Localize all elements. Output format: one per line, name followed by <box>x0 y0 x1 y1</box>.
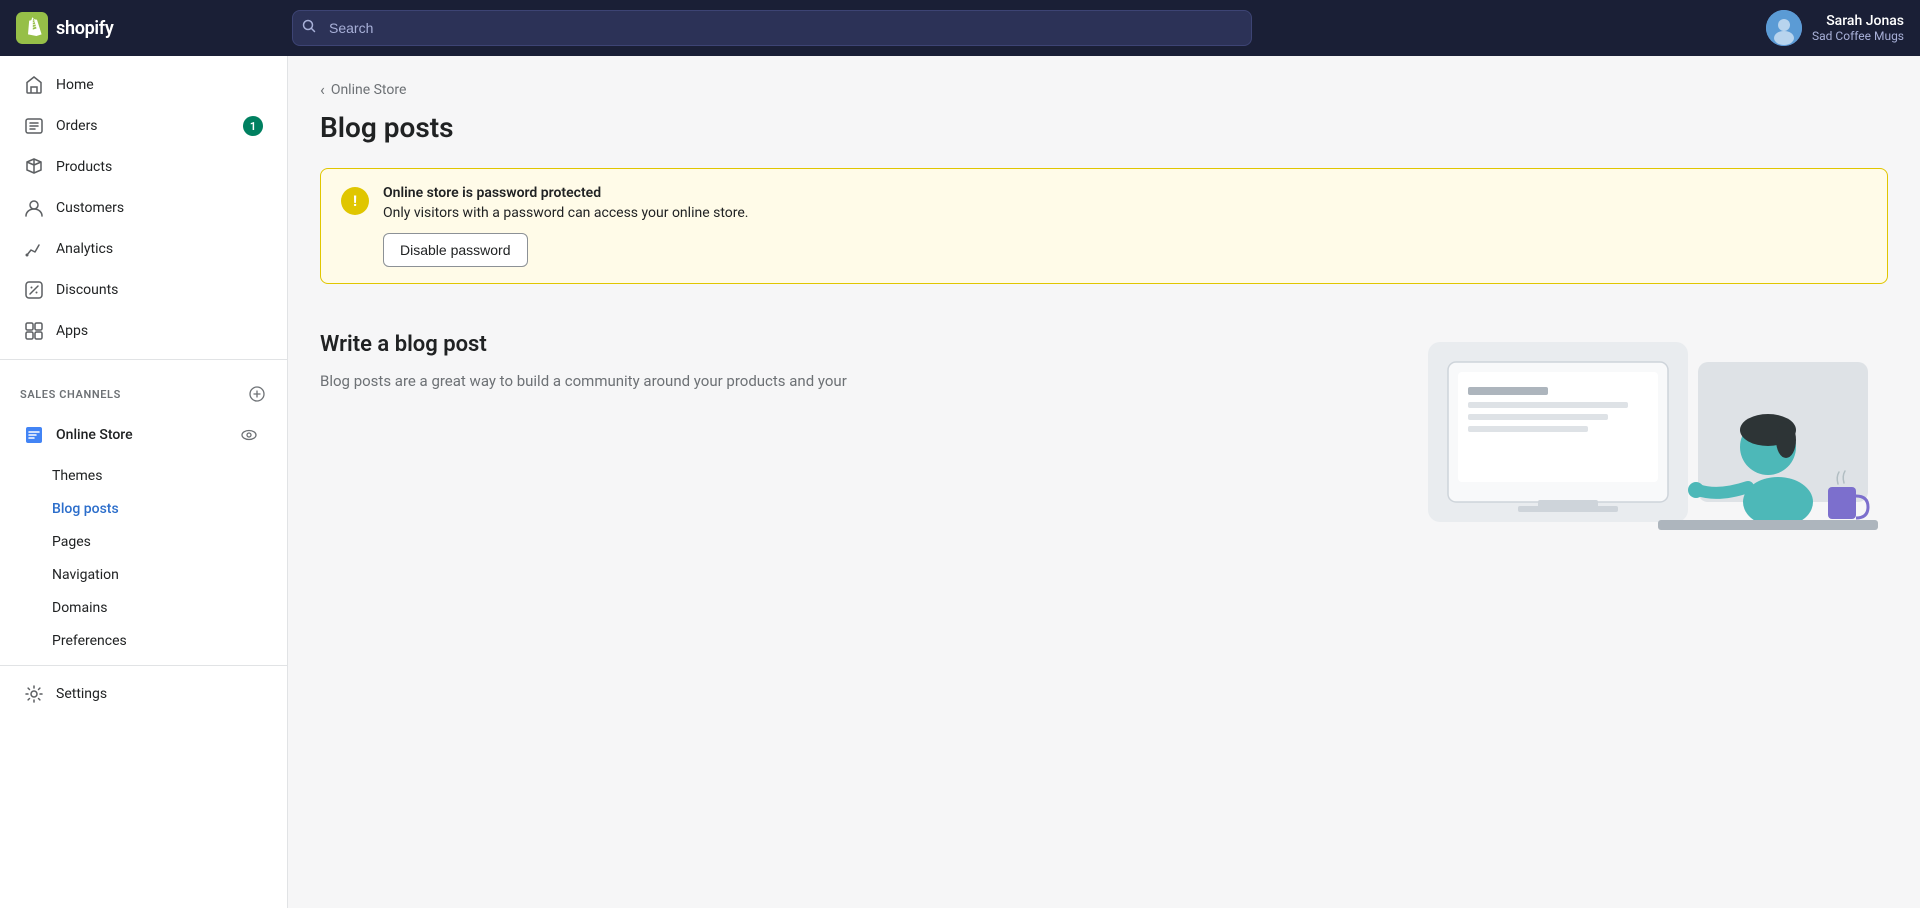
sidebar-item-analytics[interactable]: Analytics <box>8 229 279 269</box>
analytics-icon <box>24 239 44 259</box>
back-arrow-icon: ‹ <box>320 80 325 99</box>
blog-illustration <box>940 332 1888 562</box>
warning-description: Only visitors with a password can access… <box>383 205 1867 221</box>
discounts-icon <box>24 280 44 300</box>
subnav-domains[interactable]: Domains <box>8 592 279 624</box>
divider <box>0 359 287 360</box>
user-menu[interactable]: Sarah Jonas Sad Coffee Mugs <box>1766 10 1904 46</box>
sidebar-item-products[interactable]: Products <box>8 147 279 187</box>
sidebar-item-online-store[interactable]: Online Store <box>8 411 279 459</box>
page-title: Blog posts <box>320 111 1888 144</box>
sidebar-item-orders[interactable]: Orders 1 <box>8 106 279 146</box>
apps-icon <box>24 321 44 341</box>
sidebar-label-orders: Orders <box>56 118 98 134</box>
customers-icon <box>24 198 44 218</box>
orders-icon <box>24 116 44 136</box>
preview-button[interactable] <box>235 421 263 449</box>
app-body: Home Orders 1 Products <box>0 56 1920 908</box>
blog-empty-description: Blog posts are a great way to build a co… <box>320 369 900 393</box>
domains-label: Domains <box>52 600 107 616</box>
sales-channels-label: SALES CHANNELS <box>0 368 287 410</box>
settings-icon <box>24 684 44 704</box>
subnav-pages[interactable]: Pages <box>8 526 279 558</box>
blog-empty-state: Write a blog post Blog posts are a great… <box>320 308 1888 586</box>
add-sales-channel-button[interactable] <box>247 384 267 404</box>
main-content: ‹ Online Store Blog posts ! Online store… <box>288 56 1920 908</box>
subnav-themes[interactable]: Themes <box>8 460 279 492</box>
warning-content: Online store is password protected Only … <box>383 185 1867 267</box>
top-navigation: shopify Sarah Jonas Sad Coffee Mugs <box>0 0 1920 56</box>
sidebar-label-settings: Settings <box>56 686 107 702</box>
avatar <box>1766 10 1802 46</box>
sidebar-label-apps: Apps <box>56 323 88 339</box>
subnav-navigation[interactable]: Navigation <box>8 559 279 591</box>
subnav-blog-posts[interactable]: Blog posts <box>8 493 279 525</box>
sidebar-item-apps[interactable]: Apps <box>8 311 279 351</box>
user-store: Sad Coffee Mugs <box>1812 29 1904 43</box>
sidebar-item-discounts[interactable]: Discounts <box>8 270 279 310</box>
sidebar-label-home: Home <box>56 77 94 93</box>
warning-title: Online store is password protected <box>383 185 1867 201</box>
user-name: Sarah Jonas <box>1812 13 1904 29</box>
shopify-logo-icon <box>16 12 48 44</box>
sidebar: Home Orders 1 Products <box>0 56 288 908</box>
logo-text: shopify <box>56 18 114 39</box>
sidebar-label-products: Products <box>56 159 112 175</box>
products-icon <box>24 157 44 177</box>
sidebar-item-home[interactable]: Home <box>8 65 279 105</box>
home-icon <box>24 75 44 95</box>
user-info: Sarah Jonas Sad Coffee Mugs <box>1812 13 1904 43</box>
pages-label: Pages <box>52 534 91 550</box>
navigation-label: Navigation <box>52 567 119 583</box>
themes-label: Themes <box>52 468 102 484</box>
sidebar-item-customers[interactable]: Customers <box>8 188 279 228</box>
disable-password-button[interactable]: Disable password <box>383 233 528 267</box>
warning-icon: ! <box>341 187 369 215</box>
blog-posts-label: Blog posts <box>52 501 119 517</box>
blog-empty-text: Write a blog post Blog posts are a great… <box>320 332 900 393</box>
sidebar-label-customers: Customers <box>56 200 124 216</box>
breadcrumb[interactable]: ‹ Online Store <box>320 80 1888 99</box>
divider-bottom <box>0 665 287 666</box>
blog-empty-title: Write a blog post <box>320 332 900 357</box>
warning-banner: ! Online store is password protected Onl… <box>320 168 1888 284</box>
sidebar-item-settings[interactable]: Settings <box>8 674 279 714</box>
breadcrumb-text: Online Store <box>331 82 407 98</box>
store-icon <box>24 425 44 445</box>
online-store-label: Online Store <box>56 427 133 443</box>
search-bar[interactable] <box>292 10 1252 46</box>
preferences-label: Preferences <box>52 633 127 649</box>
search-icon <box>302 19 316 37</box>
search-input[interactable] <box>292 10 1252 46</box>
illustration-svg <box>1408 332 1888 562</box>
subnav-preferences[interactable]: Preferences <box>8 625 279 657</box>
orders-badge: 1 <box>243 116 263 136</box>
sidebar-label-analytics: Analytics <box>56 241 113 257</box>
sidebar-label-discounts: Discounts <box>56 282 118 298</box>
logo-area[interactable]: shopify <box>16 12 276 44</box>
